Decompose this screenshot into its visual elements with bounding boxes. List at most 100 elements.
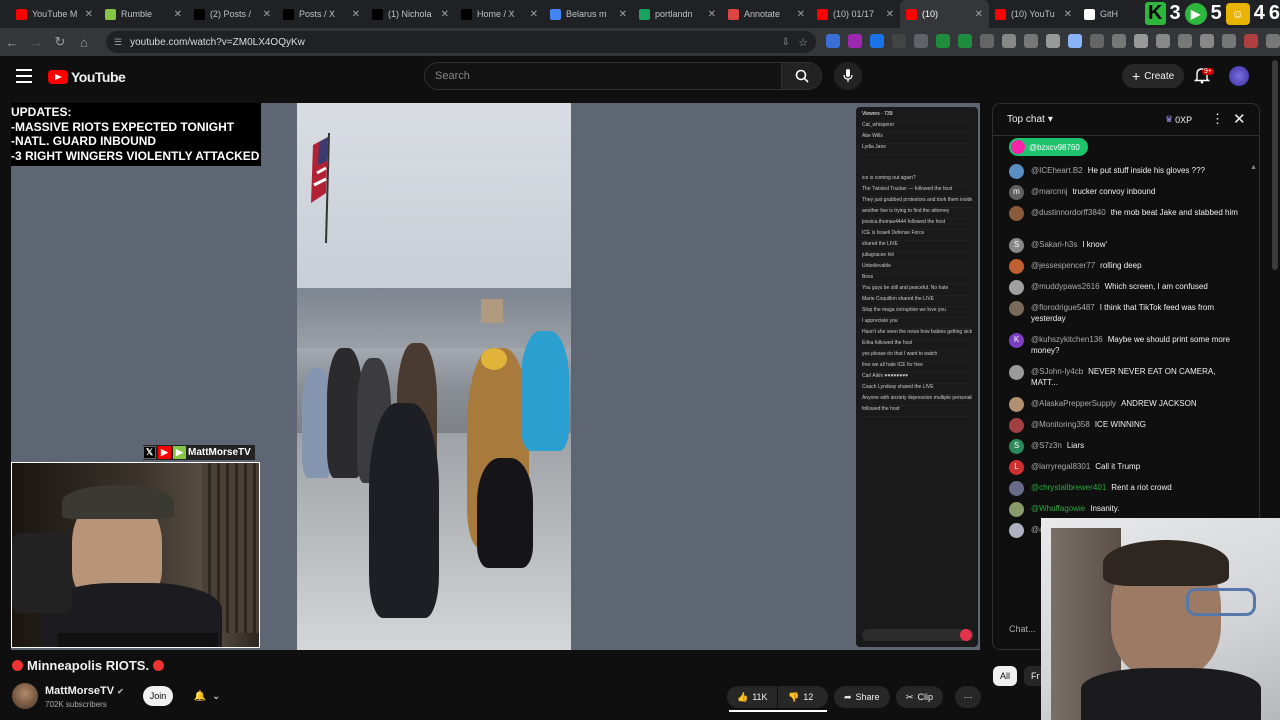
page-scrollbar[interactable] (1272, 60, 1278, 270)
voice-search-button[interactable] (834, 62, 862, 90)
chat-author-avatar[interactable] (1009, 365, 1024, 380)
chat-message[interactable]: @chrystallbrewer401 Rent a riot crowd (1009, 481, 1239, 496)
clip-button[interactable]: ✂ Clip (896, 686, 944, 708)
chat-message[interactable]: @jessespencer77 rolling deep (1009, 259, 1239, 274)
chat-author-avatar[interactable] (1009, 418, 1024, 433)
chat-author-name[interactable]: @SJohn-ly4cb (1031, 367, 1083, 376)
ext-icon[interactable] (1222, 34, 1236, 48)
chat-author-avatar[interactable] (1009, 502, 1024, 517)
chat-message[interactable]: @ICEheart.B2 He put stuff inside his glov… (1009, 164, 1239, 179)
chat-more-icon[interactable]: ⋮ (1211, 111, 1224, 127)
top-chat-dropdown[interactable]: Top chat (1007, 114, 1045, 125)
chat-author-name[interactable]: @jessespencer77 (1031, 261, 1095, 270)
ext-icon[interactable] (914, 34, 928, 48)
ext-icon[interactable] (1002, 34, 1016, 48)
chat-author-name[interactable]: @marcnnj (1031, 187, 1068, 196)
tab-close-icon[interactable]: ✕ (797, 9, 805, 20)
chat-author-name[interactable]: @dustinnordorff3840 (1031, 208, 1106, 217)
browser-tab[interactable]: (10) ✕ (900, 0, 989, 28)
chat-author-name[interactable]: @muddypaws2616 (1031, 282, 1100, 291)
search-button[interactable] (782, 62, 822, 90)
create-button[interactable]: + Create (1122, 64, 1185, 88)
browser-tab[interactable]: (1) Nichola ✕ (366, 0, 455, 28)
chat-author-avatar[interactable] (1009, 523, 1024, 538)
profile-icon[interactable] (1244, 34, 1258, 48)
tab-close-icon[interactable]: ✕ (441, 9, 449, 20)
tab-close-icon[interactable]: ✕ (1064, 9, 1072, 20)
home-icon[interactable]: ⌂ (72, 35, 96, 50)
tab-close-icon[interactable]: ✕ (530, 9, 538, 20)
ext-icon[interactable] (1068, 34, 1082, 48)
tab-close-icon[interactable]: ✕ (886, 9, 894, 20)
chat-author-name[interactable]: @ICEheart.B2 (1031, 166, 1083, 175)
chat-author-name[interactable]: @chrystallbrewer401 (1031, 483, 1106, 492)
chat-author-name[interactable]: @kuhszykitchen136 (1031, 335, 1103, 344)
chat-author-avatar[interactable]: K (1009, 333, 1024, 348)
browser-tab[interactable]: YouTube M ✕ (10, 0, 99, 28)
account-avatar[interactable] (1229, 66, 1249, 86)
chat-author-avatar[interactable]: S (1009, 238, 1024, 253)
youtube-logo[interactable]: YouTube (48, 69, 126, 85)
chat-message[interactable]: @Monitoring358 ICE WINNING (1009, 418, 1239, 433)
ext-icon[interactable] (1178, 34, 1192, 48)
subscription-notifications-button[interactable]: 🔔 ⌄ (185, 686, 229, 706)
chat-author-name[interactable]: @AlaskaPrepperSupply (1031, 399, 1116, 408)
chat-author-avatar[interactable] (1009, 164, 1024, 179)
dislike-button[interactable]: 👎 12 (778, 686, 828, 708)
chat-message[interactable]: S @Sakari-h3s I know' (1009, 238, 1239, 253)
ext-icon[interactable] (1024, 34, 1038, 48)
browser-tab[interactable]: portlandn ✕ (633, 0, 722, 28)
pinned-user-chip[interactable]: @bzxcv98760 (1009, 138, 1088, 156)
site-info-icon[interactable]: ☰ (114, 37, 122, 48)
chat-message[interactable]: K @kuhszykitchen136 Maybe we should print … (1009, 333, 1239, 356)
forward-icon[interactable]: → (24, 35, 48, 50)
tab-close-icon[interactable]: ✕ (85, 9, 93, 20)
ext-icon[interactable] (1134, 34, 1148, 48)
xp-badge[interactable]: ♛ 0XP (1165, 114, 1192, 125)
reload-icon[interactable]: ↻ (48, 34, 72, 50)
back-icon[interactable]: ← (0, 35, 24, 50)
browser-tab[interactable]: Posts / X ✕ (277, 0, 366, 28)
ext-icon[interactable] (870, 34, 884, 48)
chat-author-name[interactable]: @S7z3n (1031, 441, 1062, 450)
chat-author-name[interactable]: @Monitoring358 (1031, 420, 1090, 429)
chat-author-avatar[interactable] (1009, 481, 1024, 496)
bookmark-star-icon[interactable]: ☆ (798, 36, 808, 49)
share-button[interactable]: ➦ Share (834, 686, 890, 708)
address-bar[interactable]: ☰ youtube.com/watch?v=ZM0LX4OQyKw ⇩ ☆ (106, 31, 816, 53)
chrome-menu-icon[interactable] (1266, 34, 1280, 48)
hamburger-menu-icon[interactable] (16, 69, 32, 83)
install-icon[interactable]: ⇩ (782, 37, 790, 48)
more-actions-button[interactable]: ⋯ (955, 686, 981, 708)
browser-tab[interactable]: (10) YouTu ✕ (989, 0, 1078, 28)
ext-icon[interactable] (980, 34, 994, 48)
chat-message[interactable]: @florodrigue5487 I think that TikTok feed… (1009, 301, 1239, 324)
tab-close-icon[interactable]: ✕ (174, 9, 182, 20)
channel-avatar[interactable] (12, 683, 38, 709)
video-player[interactable]: UPDATES: -MASSIVE RIOTS EXPECTED TONIGHT… (11, 103, 980, 650)
tab-close-icon[interactable]: ✕ (619, 9, 627, 20)
chat-message[interactable]: @muddypaws2616 Which screen, I am confuse… (1009, 280, 1239, 295)
ext-icon[interactable] (848, 34, 862, 48)
chat-message[interactable]: m @marcnnj trucker convoy inbound (1009, 185, 1239, 200)
ext-icon[interactable] (826, 34, 840, 48)
browser-tab[interactable]: (10) 01/17 ✕ (811, 0, 900, 28)
tab-close-icon[interactable]: ✕ (708, 9, 716, 20)
chat-message[interactable]: L @larryregal8301 Call it Trump (1009, 460, 1239, 475)
chat-author-avatar[interactable] (1009, 206, 1024, 221)
channel-name[interactable]: MattMorseTV ✔ (45, 685, 124, 697)
chat-message[interactable]: @Whuffagowie Insanity. (1009, 502, 1239, 517)
browser-tab[interactable]: Rumble ✕ (99, 0, 188, 28)
ext-icon[interactable] (1200, 34, 1214, 48)
chat-author-avatar[interactable] (1009, 397, 1024, 412)
chat-author-avatar[interactable] (1009, 259, 1024, 274)
chat-message[interactable]: @AlaskaPrepperSupply ANDREW JACKSON (1009, 397, 1239, 412)
chat-author-name[interactable]: @larryregal8301 (1031, 462, 1090, 471)
ext-icon[interactable] (1046, 34, 1060, 48)
close-icon[interactable]: ✕ (1233, 110, 1246, 128)
tab-close-icon[interactable]: ✕ (263, 9, 271, 20)
browser-tab[interactable]: Belarus m ✕ (544, 0, 633, 28)
chat-author-avatar[interactable] (1009, 280, 1024, 295)
chevron-down-icon[interactable]: ▾ (1048, 114, 1053, 125)
chat-author-avatar[interactable]: S (1009, 439, 1024, 454)
